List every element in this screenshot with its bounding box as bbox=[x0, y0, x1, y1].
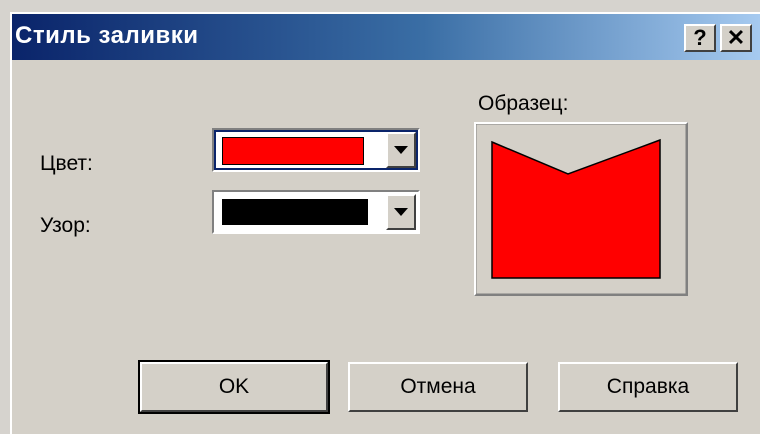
cancel-button[interactable]: Отмена bbox=[348, 362, 528, 412]
pattern-select[interactable] bbox=[212, 190, 420, 234]
fill-style-dialog: Стиль заливки ? ✕ Цвет: Узор: Образец: O… bbox=[10, 12, 760, 434]
color-label: Цвет: bbox=[40, 152, 93, 175]
color-swatch bbox=[222, 137, 364, 165]
pattern-swatch bbox=[222, 199, 368, 225]
ok-button[interactable]: OK bbox=[138, 360, 330, 414]
dialog-title: Стиль заливки bbox=[15, 22, 199, 49]
preview-sample bbox=[476, 124, 686, 294]
preview-label: Образец: bbox=[478, 92, 569, 115]
help-button[interactable]: Справка bbox=[558, 362, 738, 412]
chevron-down-icon bbox=[394, 208, 408, 216]
title-bar[interactable]: Стиль заливки ? ✕ bbox=[12, 14, 760, 60]
pattern-dropdown-button[interactable] bbox=[386, 194, 416, 230]
preview-box bbox=[474, 122, 688, 296]
close-icon[interactable]: ✕ bbox=[720, 24, 752, 52]
pattern-label: Узор: bbox=[40, 214, 91, 237]
color-select[interactable] bbox=[212, 128, 420, 172]
chevron-down-icon bbox=[394, 146, 408, 154]
color-dropdown-button[interactable] bbox=[386, 132, 416, 168]
help-icon[interactable]: ? bbox=[684, 24, 716, 52]
